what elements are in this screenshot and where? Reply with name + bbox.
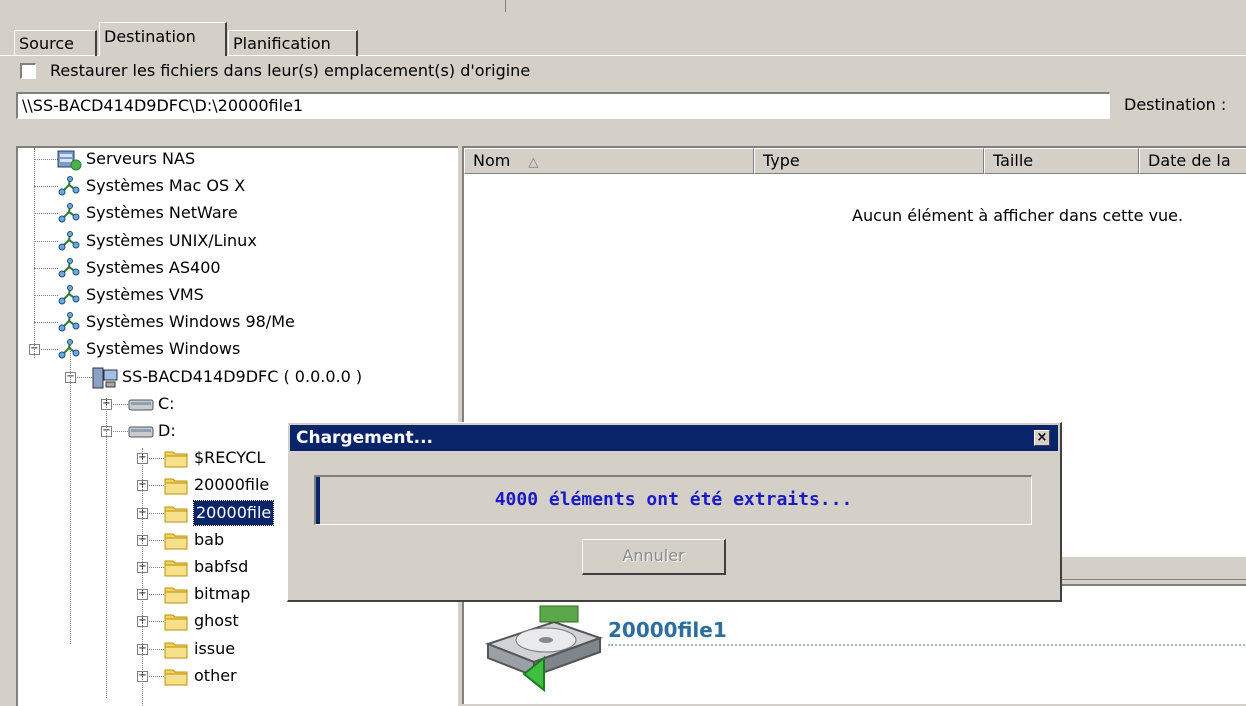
- tree-connector: [34, 267, 58, 270]
- tree-connector: [34, 240, 58, 243]
- folder-icon: [164, 666, 188, 694]
- drive-label-underline: [608, 644, 1246, 647]
- column-header-date[interactable]: Date de la: [1139, 148, 1246, 174]
- tree-item-label: bitmap: [194, 584, 251, 604]
- tree-item-label: Systèmes Windows: [86, 339, 241, 359]
- tree-item[interactable]: − SS-BACD414D9DFC ( 0.0.0.0 ): [18, 364, 458, 390]
- progress-message: 4000 éléments ont été extraits...: [494, 489, 853, 510]
- tree-item-label: C:: [158, 393, 175, 413]
- tab-planification[interactable]: Planification: [228, 30, 358, 56]
- dialog-title: Chargement...: [296, 428, 433, 448]
- tree-item[interactable]: Systèmes NetWare: [18, 200, 458, 226]
- tree-item-label: SS-BACD414D9DFC ( 0.0.0.0 ): [122, 366, 363, 386]
- tree-guide-line: [106, 398, 108, 698]
- tree-guide-line: [70, 344, 72, 644]
- horizontal-scrollbar[interactable]: [1040, 556, 1246, 580]
- tree-item-label: Systèmes Windows 98/Me: [86, 312, 295, 332]
- tree-item[interactable]: + C:: [18, 391, 458, 417]
- drive-icon: [128, 421, 154, 447]
- dialog-title-bar: Chargement... ×: [290, 425, 1058, 451]
- drive-icon: [128, 394, 154, 420]
- tree-connector: [34, 186, 58, 188]
- tree-item-label: 20000file: [194, 475, 270, 495]
- tree-item-label: D:: [158, 421, 176, 440]
- tree-item-label: issue: [194, 638, 236, 658]
- tree-item[interactable]: + issue: [18, 636, 458, 662]
- tab-source[interactable]: Source: [14, 30, 97, 56]
- tree-item-label: Systèmes VMS: [86, 285, 204, 304]
- tree-item[interactable]: Systèmes AS400: [18, 255, 458, 281]
- close-icon[interactable]: ×: [1034, 430, 1050, 446]
- tree-item-label: $RECYCL: [194, 448, 266, 468]
- tree-item-label: Systèmes UNIX/Linux: [86, 230, 257, 250]
- tree-item-label: Serveurs NAS: [86, 149, 196, 168]
- tree-item[interactable]: Systèmes VMS: [18, 282, 458, 308]
- sort-ascending-icon: △: [528, 155, 539, 170]
- tree-item-label: 20000file: [192, 499, 275, 526]
- tree-item-label: Systèmes AS400: [86, 257, 221, 277]
- restore-original-location-checkbox[interactable]: [20, 63, 36, 79]
- empty-list-message: Aucun élément à afficher dans cette vue.: [852, 206, 1184, 225]
- tree-guide-line: [34, 148, 36, 358]
- column-header-type[interactable]: Type: [754, 148, 984, 174]
- tree-connector: [34, 322, 58, 324]
- tree-item-label: bab: [194, 529, 225, 549]
- restore-original-location-label[interactable]: Restaurer les fichiers dans leur(s) empl…: [50, 61, 530, 80]
- tree-connector: [34, 213, 58, 215]
- column-header-name[interactable]: Nom △: [464, 148, 754, 174]
- drive-label: 20000file1: [608, 618, 727, 642]
- hard-drive-icon: [484, 600, 604, 700]
- tree-connector: [34, 159, 58, 161]
- destination-label: Destination :: [1124, 95, 1227, 114]
- window-divider: [505, 0, 506, 12]
- tree-connector: [34, 295, 58, 297]
- tree-item-label: ghost: [194, 611, 239, 631]
- destination-path-input[interactable]: \\SS-BACD414D9DFC\D:\20000file1: [16, 92, 1110, 119]
- cancel-button[interactable]: Annuler: [582, 539, 726, 575]
- tree-item-label: Systèmes NetWare: [86, 203, 238, 223]
- tree-item[interactable]: Serveurs NAS: [18, 148, 458, 172]
- tree-item[interactable]: Systèmes Mac OS X: [18, 173, 458, 199]
- tree-item[interactable]: Systèmes UNIX/Linux: [18, 228, 458, 254]
- loading-progress-bar: 4000 éléments ont été extraits...: [314, 475, 1032, 525]
- loading-dialog: Chargement... × 4000 éléments ont été ex…: [287, 422, 1062, 602]
- tree-item[interactable]: + other: [18, 663, 458, 689]
- tree-item-label: Systèmes Mac OS X: [86, 176, 246, 196]
- tab-destination[interactable]: Destination: [99, 22, 227, 56]
- tree-item[interactable]: Systèmes Windows 98/Me: [18, 309, 458, 335]
- tree-item[interactable]: + ghost: [18, 608, 458, 634]
- tree-item-label: babfsd: [194, 557, 249, 576]
- tree-guide-line: [142, 448, 144, 706]
- column-header-size[interactable]: Taille: [984, 148, 1139, 174]
- tree-item[interactable]: − Systèmes Windows: [18, 336, 458, 362]
- tree-item-label: other: [194, 665, 237, 685]
